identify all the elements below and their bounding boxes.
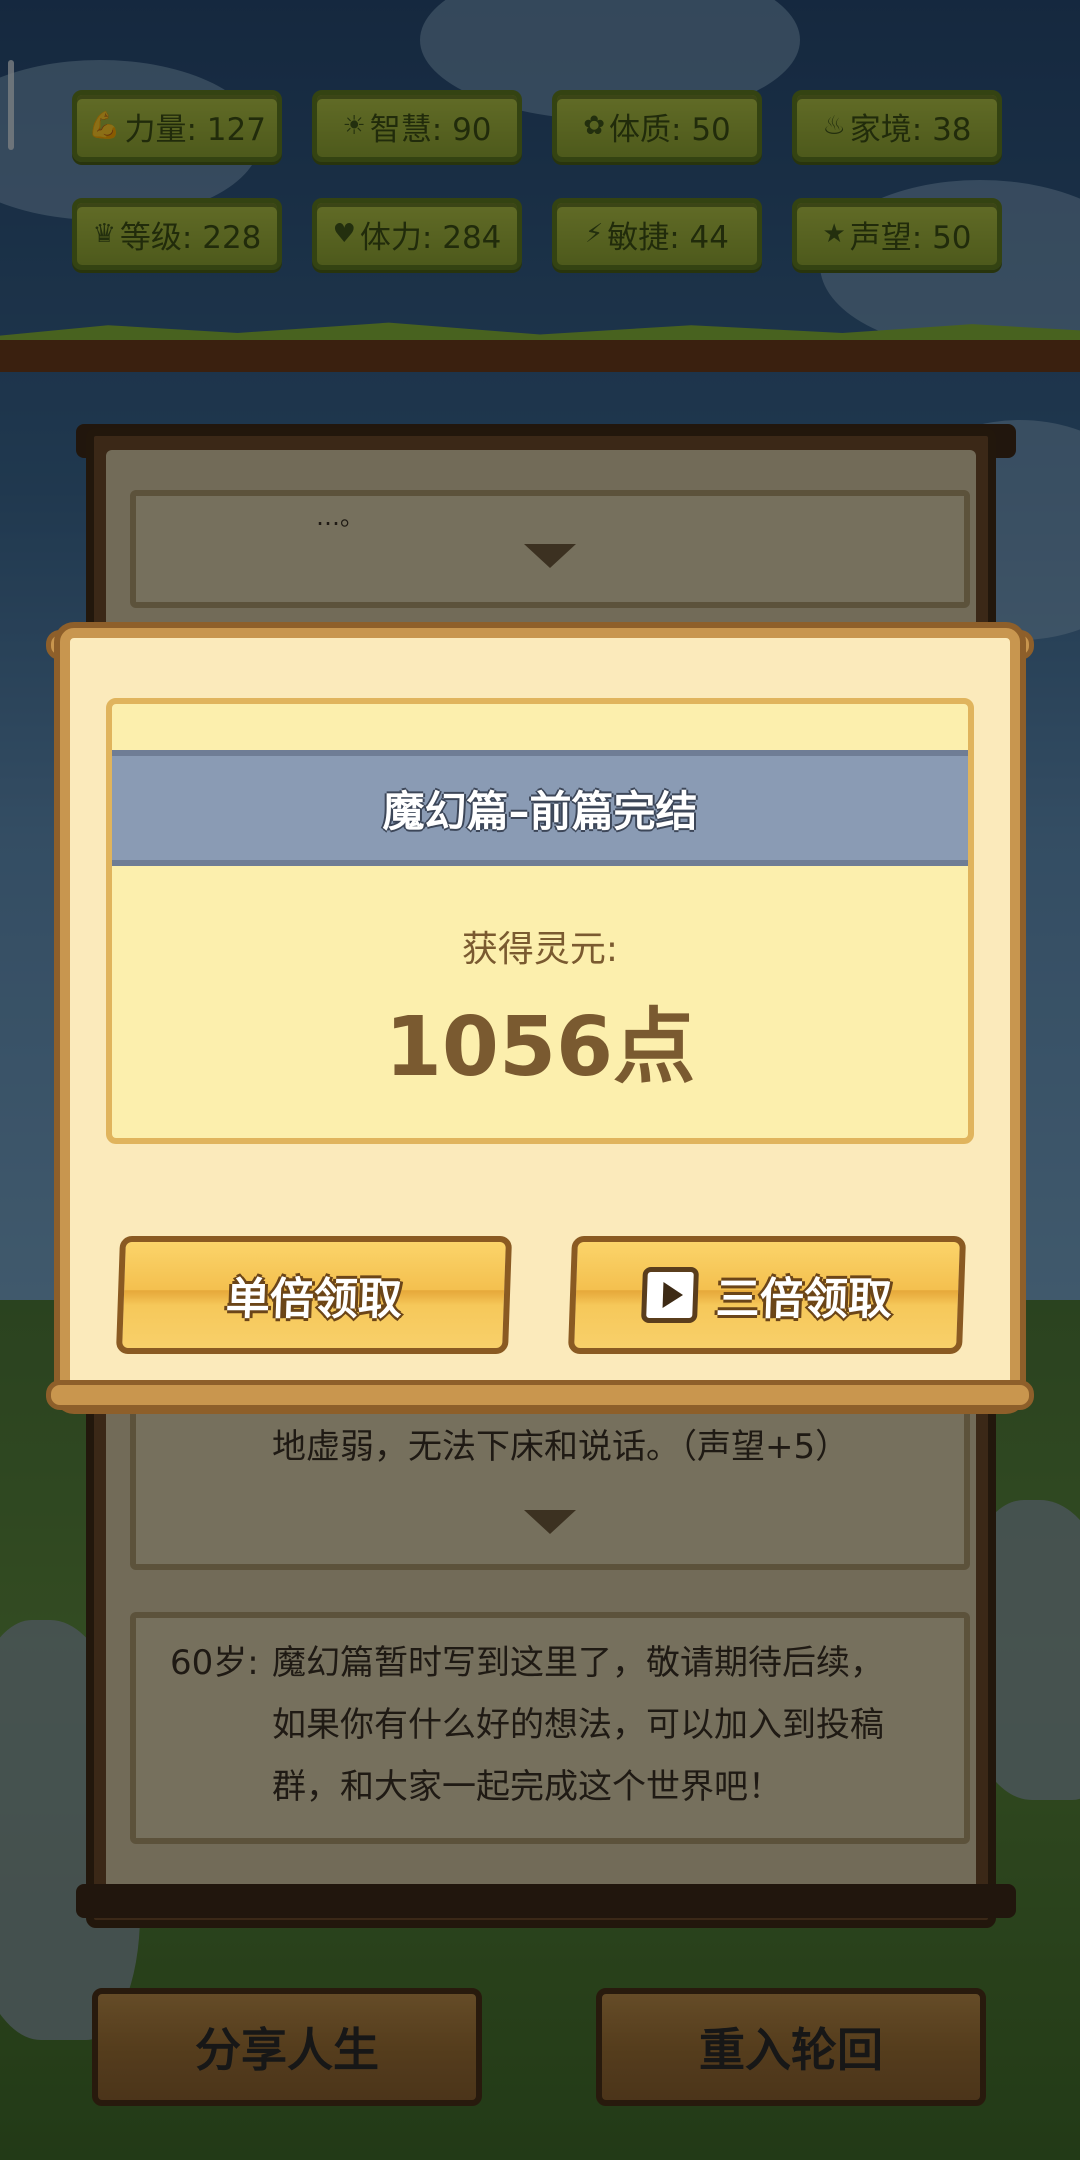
reward-label: 获得灵元: (461, 929, 619, 970)
single-claim-label: 单倍领取 (224, 1274, 403, 1325)
video-play-icon (641, 1267, 699, 1323)
reward-value: 1056点 (384, 1000, 696, 1095)
modal-bottom-rod (46, 1380, 1034, 1410)
triple-claim-button[interactable]: 三倍领取 (567, 1236, 967, 1354)
single-claim-button[interactable]: 单倍领取 (115, 1236, 513, 1354)
dialog-title: 魔幻篇–前篇完结 (112, 750, 968, 866)
triple-claim-label: 三倍领取 (714, 1274, 893, 1325)
